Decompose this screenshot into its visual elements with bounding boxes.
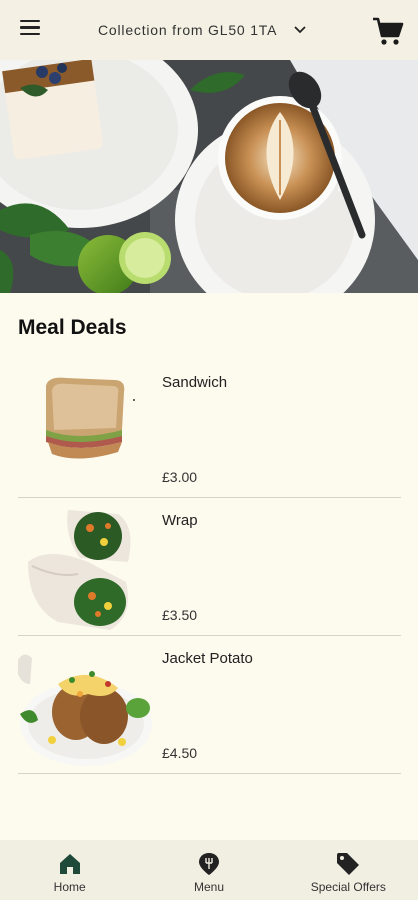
app-header: Collection from GL50 1TA	[0, 0, 418, 60]
item-name: Wrap	[162, 512, 198, 529]
tab-label: Menu	[193, 880, 224, 894]
tab-label: Special Offers	[310, 880, 386, 894]
tag-icon	[337, 853, 360, 875]
list-item-sandwich[interactable]: Sandwich £3.00	[18, 360, 401, 498]
sandwich-image	[46, 377, 135, 459]
hamburger-menu-icon[interactable]	[20, 20, 40, 38]
chevron-down-icon	[294, 26, 306, 34]
section-title-meal-deals: Meal Deals	[18, 316, 127, 339]
item-name: Jacket Potato	[162, 650, 253, 667]
item-price: £3.00	[162, 469, 198, 485]
shopping-cart-icon[interactable]	[372, 16, 404, 46]
collection-location-label: Collection from GL50 1TA	[98, 22, 278, 38]
wrap-image	[28, 510, 131, 630]
tab-special-offers[interactable]: Special Offers	[279, 840, 418, 900]
jacket-potato-image	[18, 654, 152, 766]
list-item-wrap[interactable]: Wrap £3.50	[18, 498, 401, 636]
tab-menu[interactable]: Menu	[139, 840, 278, 900]
bottom-navigation: Home Menu Special Offers	[0, 840, 418, 900]
item-price: £4.50	[162, 745, 198, 761]
tab-label: Home	[53, 880, 86, 894]
item-price: £3.50	[162, 607, 198, 623]
hero-banner-image	[0, 60, 418, 293]
home-icon	[59, 854, 80, 874]
item-name: Sandwich	[162, 374, 228, 391]
tab-home[interactable]: Home	[0, 840, 139, 900]
list-item-jacket-potato[interactable]: Jacket Potato £4.50	[18, 636, 401, 774]
collection-location-selector[interactable]: Collection from GL50 1TA	[98, 20, 307, 40]
menu-pin-icon	[198, 853, 219, 875]
